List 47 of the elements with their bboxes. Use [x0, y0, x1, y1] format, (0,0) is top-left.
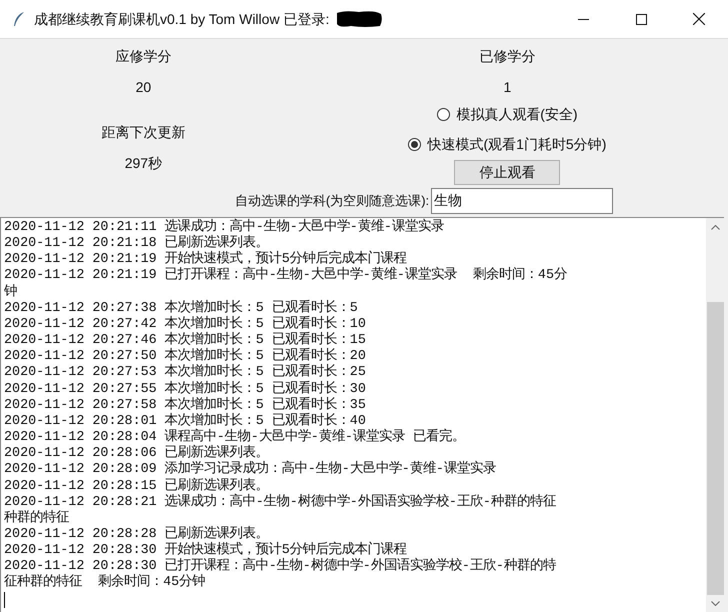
log-line: 2020-11-12 20:28:09 添加学习记录成功：高中-生物-大邑中学-黄维-课堂实录 [4, 462, 497, 478]
radio-button[interactable] [437, 108, 450, 121]
earned-credits-value: 1 [504, 78, 512, 97]
log-line: 2020-11-12 20:28:06 已刷新选课列表。 [4, 446, 270, 462]
log-line: 2020-11-12 20:27:46 本次增加时长：5 已观看时长：15 [4, 333, 367, 348]
radio-label[interactable]: 快速模式(观看1门耗时5分钟) [427, 134, 606, 155]
log-line: 2020-11-12 20:28:15 已刷新选课列表。 [4, 478, 270, 494]
text-cursor [4, 592, 5, 608]
window-title: 成都继续教育刷课机v0.1 by Tom Willow 已登录: [34, 10, 330, 29]
log-line: 2020-11-12 20:27:42 本次增加时长：5 已观看时长：10 [4, 316, 367, 332]
log-line: 钟 [4, 284, 18, 301]
maximize-icon [636, 14, 646, 24]
earned-credits-label: 已修学分 [479, 47, 536, 66]
log-line: 2020-11-12 20:27:50 本次增加时长：5 已观看时长：20 [4, 349, 367, 364]
stop-button[interactable]: 停止观看 [454, 160, 560, 185]
log-line: 2020-11-12 20:27:38 本次增加时长：5 已观看时长：5 [4, 300, 359, 316]
close-icon [693, 13, 705, 25]
log-line: 2020-11-12 20:28:30 开始快速模式，预计5分钟后完成本门课程 [4, 543, 407, 558]
scrollbar[interactable] [706, 218, 724, 612]
log-line: 2020-11-12 20:21:19 已打开课程：高中-生物-大邑中学-黄维-课堂实录 剩余时间：45分 [4, 268, 568, 284]
log-line: 2020-11-12 20:28:01 本次增加时长：5 已观看时长：40 [4, 414, 366, 429]
subject-label: 自动选课的学科(为空则随意选课): [234, 192, 430, 210]
scroll-up-icon[interactable] [710, 225, 720, 230]
minimize-icon [578, 18, 588, 20]
log-line: 2020-11-12 20:27:55 本次增加时长：5 已观看时长：30 [4, 382, 367, 397]
log-line: 2020-11-12 20:21:19 开始快速模式，预计5分钟后完成本门课程 [4, 252, 407, 268]
log-line: 2020-11-12 20:27:58 本次增加时长：5 已观看时长：35 [4, 398, 367, 413]
required-credits-value: 20 [136, 78, 152, 97]
log-line: 2020-11-12 20:28:04 课程高中-生物-大邑中学-黄维-课堂实录 已看完。 [4, 430, 466, 446]
scroll-down-icon[interactable] [710, 601, 720, 606]
next-update-label: 距离下次更新 [101, 123, 186, 142]
feather-icon [12, 11, 26, 27]
log-line: 2020-11-12 20:21:11 选课成功：高中-生物-大邑中学-黄维-课堂实录 [4, 220, 445, 235]
log-line: 2020-11-12 20:27:53 本次增加时长：5 已观看时长：25 [4, 365, 367, 380]
log-line: 2020-11-12 20:21:18 已刷新选课列表。 [4, 236, 269, 252]
redaction-mark [335, 10, 384, 28]
scroll-thumb[interactable] [706, 302, 724, 595]
log-line: 2020-11-12 20:28:21 选课成功：高中-生物-树德中学-外国语实验学校-王欣-种群的特征 [4, 494, 557, 510]
log-line: 2020-11-12 20:28:28 已刷新选课列表。 [4, 526, 269, 542]
radio-label[interactable]: 模拟真人观看(安全) [456, 104, 578, 125]
log-line: 2020-11-12 20:28:30 已打开课程：高中-生物-树德中学-外国语实验学校-王欣-种群的特 [4, 559, 557, 574]
required-credits-label: 应修学分 [115, 47, 172, 66]
log-line: 种群的特征 [4, 510, 70, 527]
log-line: 征种群的特征 剩余时间：45分钟 [4, 575, 206, 592]
next-update-value: 297秒 [124, 154, 162, 173]
subject-field[interactable]: 生物 [431, 188, 614, 214]
radio-button[interactable] [408, 138, 422, 151]
